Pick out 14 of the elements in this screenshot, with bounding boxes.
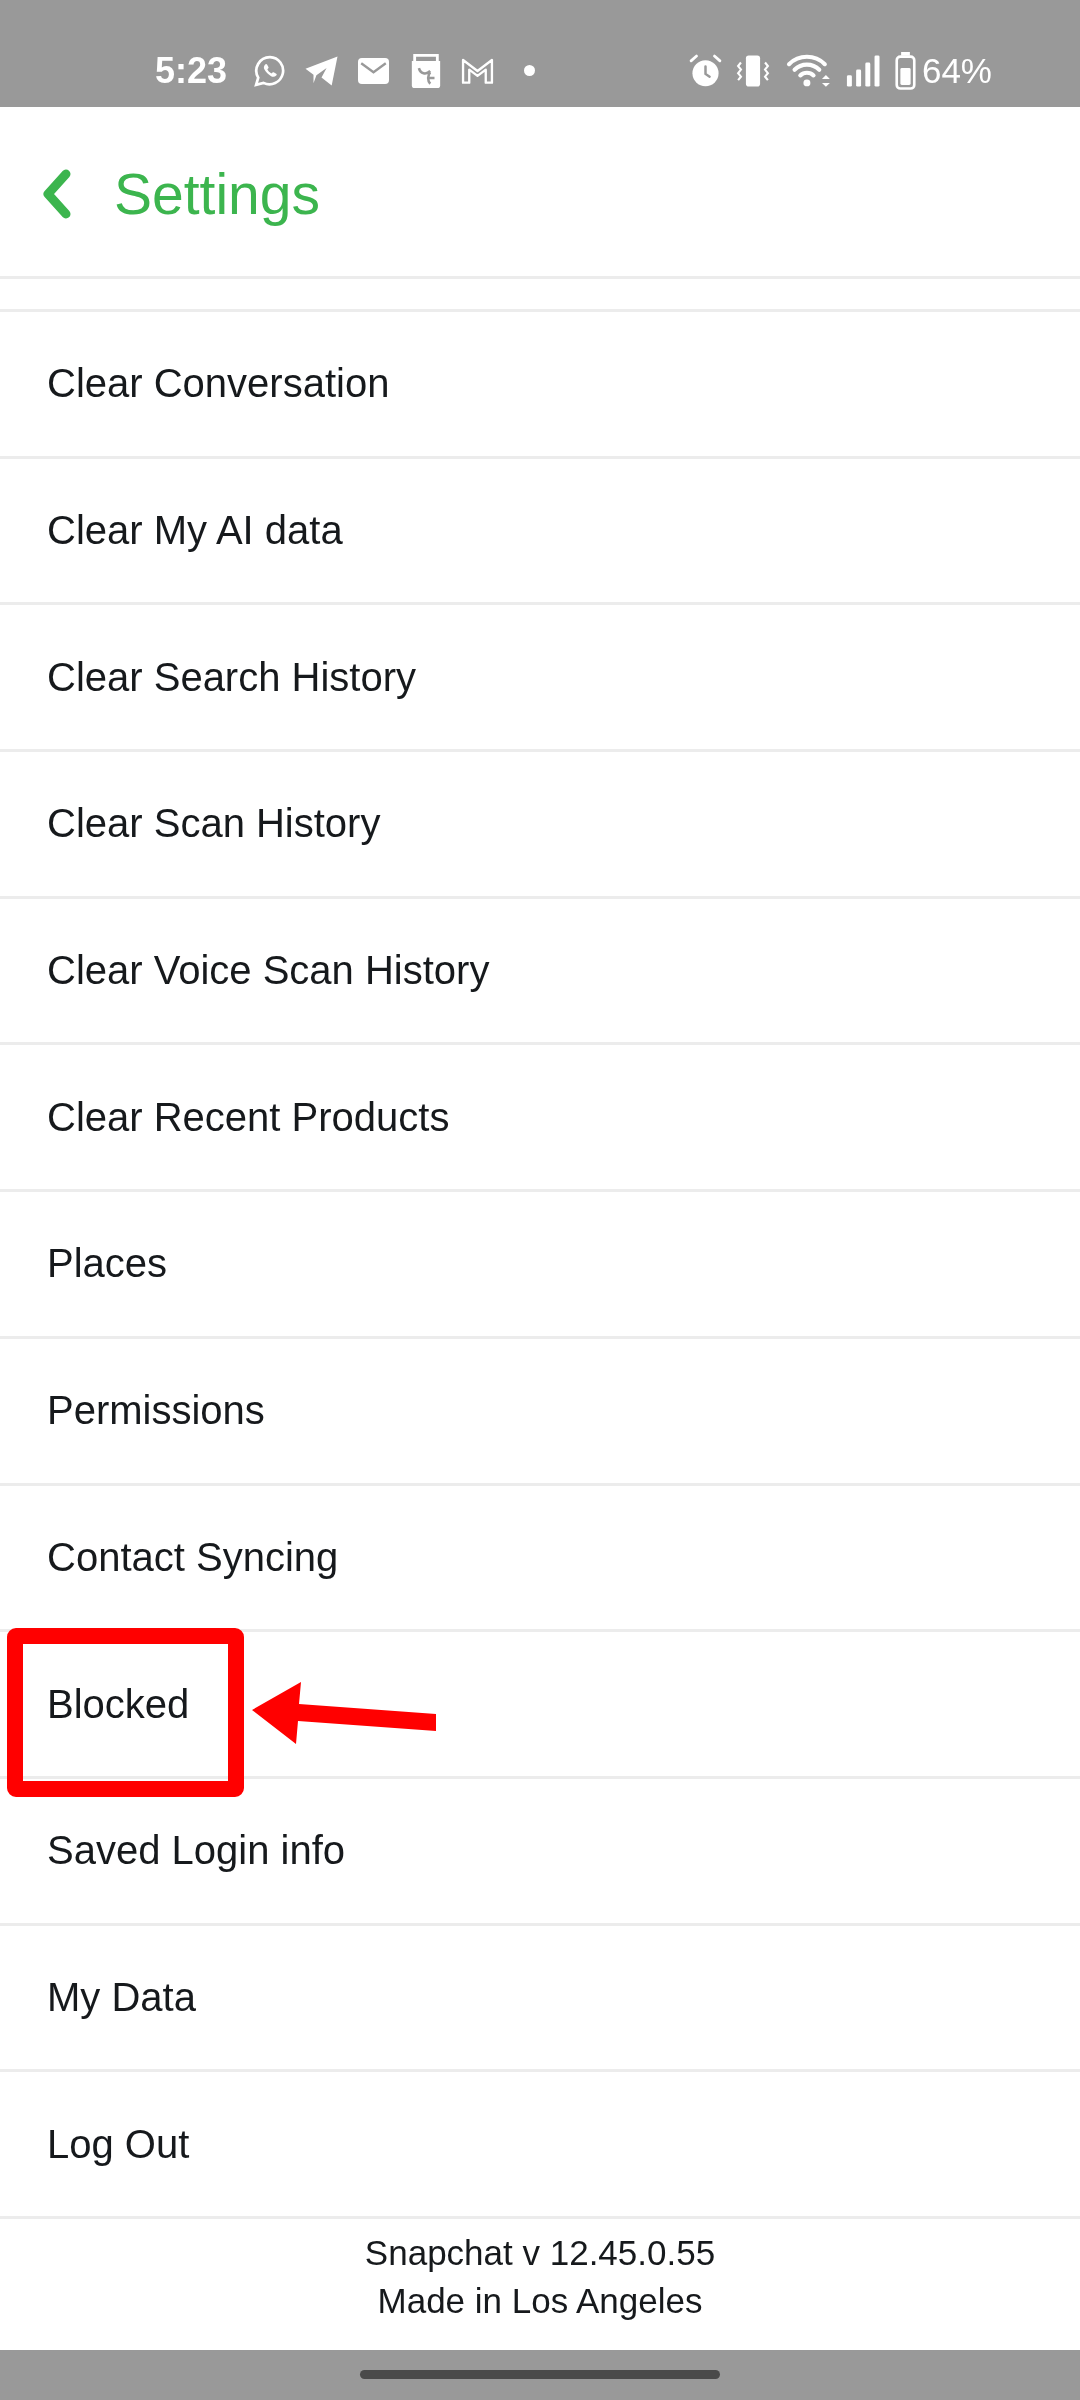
- home-handle[interactable]: [360, 2370, 720, 2379]
- envelope-icon: [358, 57, 390, 84]
- screen-title: Settings: [114, 160, 320, 227]
- alarm-clock-icon: [688, 54, 722, 87]
- mail-logo-icon: [461, 56, 495, 85]
- footer-text: Snapchat v 12.45.0.55: [364, 2231, 716, 2274]
- notification-dot-icon: [524, 65, 536, 76]
- status-time: 5:23: [155, 49, 228, 92]
- battery-icon: [893, 51, 917, 90]
- footer-text: Made in Los Angeles: [377, 2279, 703, 2322]
- vibrate-icon: [735, 53, 770, 88]
- paper-plane-icon: [304, 54, 340, 87]
- back-icon[interactable]: [42, 168, 72, 219]
- battery-percent: 64%: [921, 50, 992, 91]
